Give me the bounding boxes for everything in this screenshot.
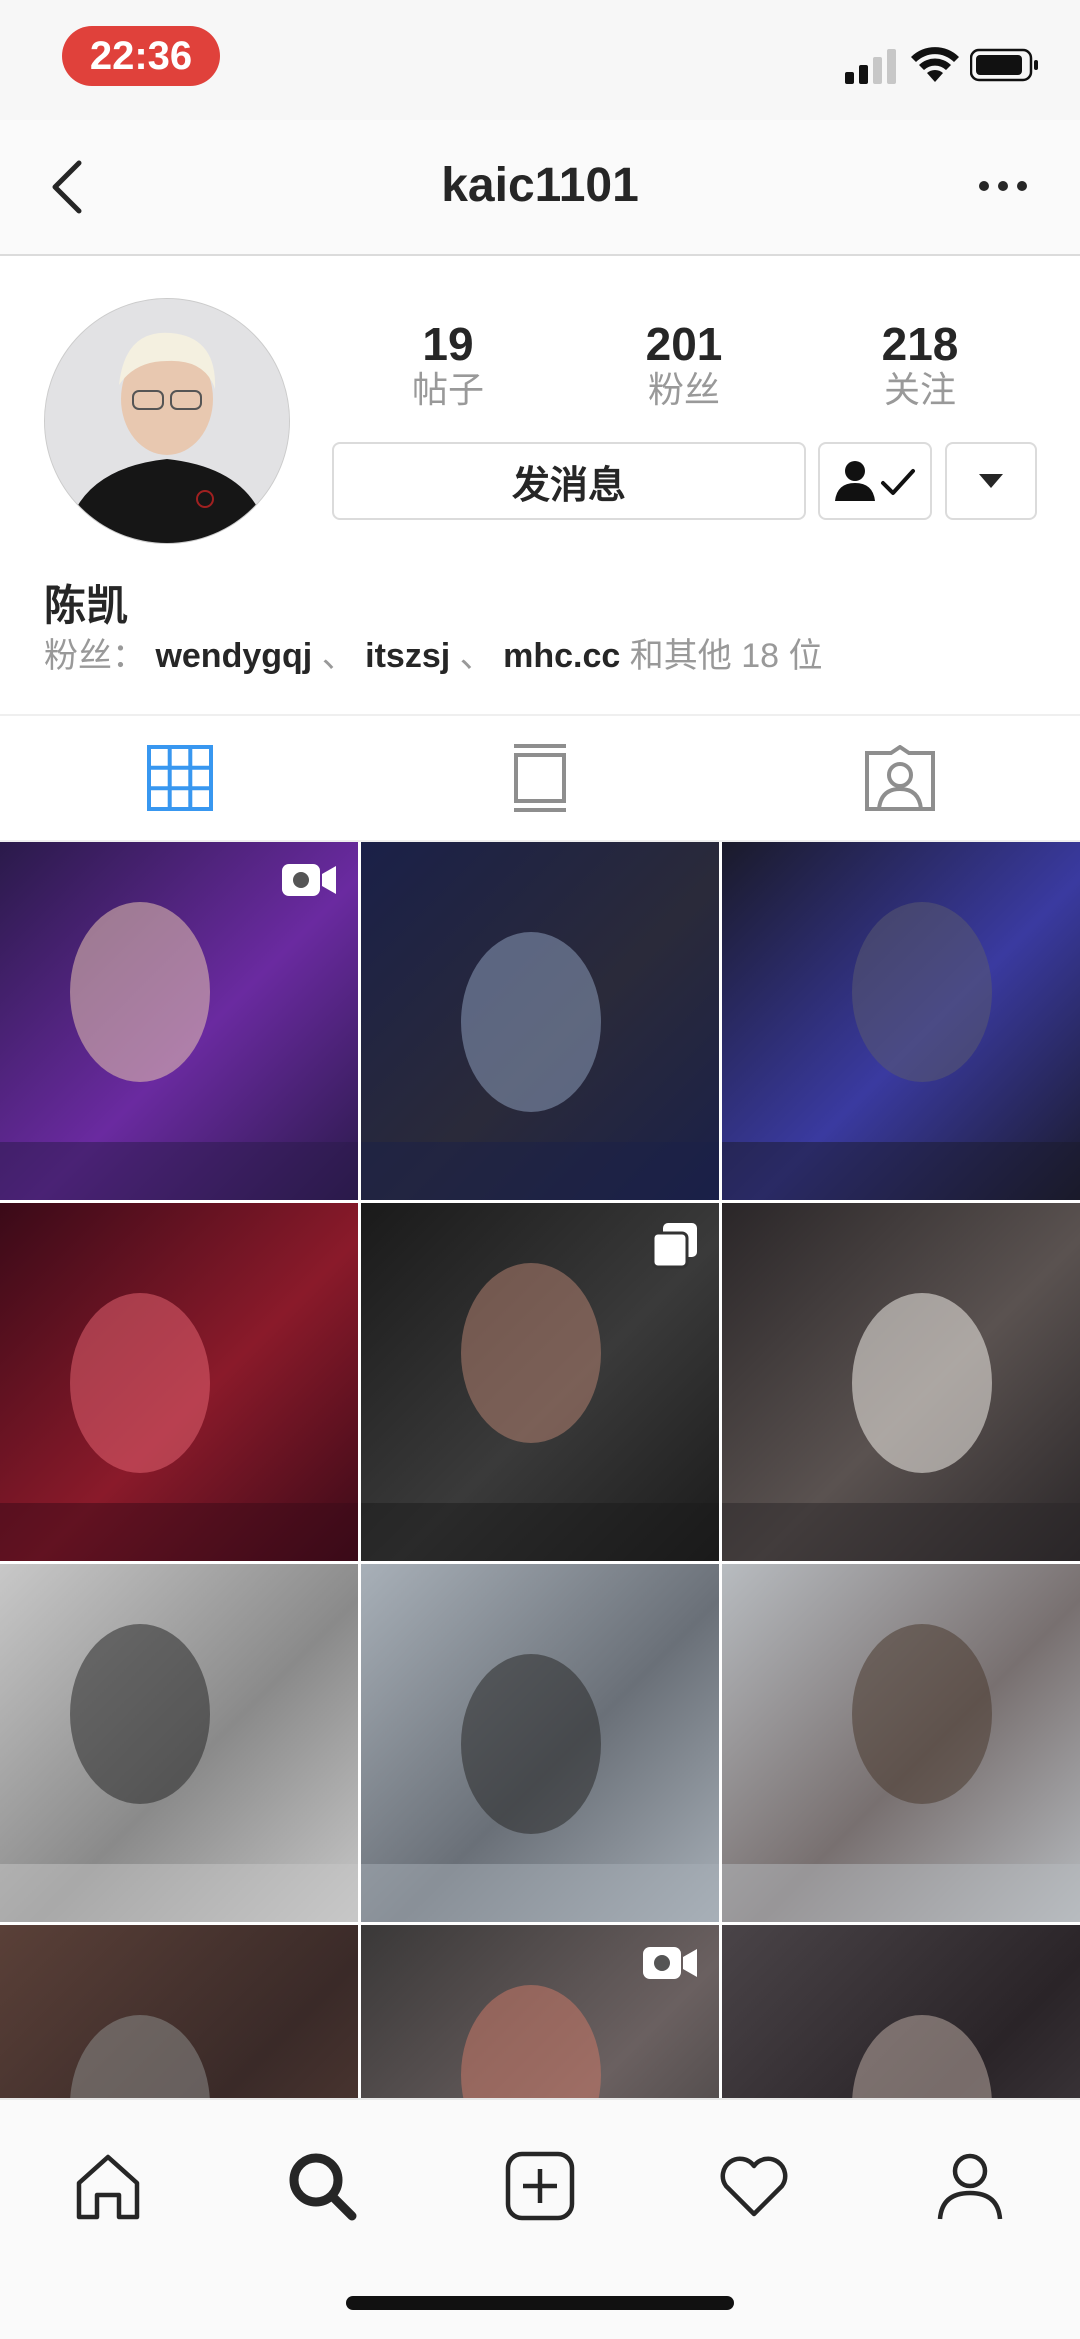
- nav-home[interactable]: [58, 2136, 158, 2236]
- wifi-icon: [911, 47, 959, 82]
- posts-count: 19: [422, 318, 474, 370]
- avatar[interactable]: [44, 298, 290, 544]
- post-image: [0, 1564, 358, 1922]
- post-thumbnail[interactable]: [722, 1925, 1080, 2098]
- new-post-icon: [505, 2151, 575, 2221]
- following-button[interactable]: [818, 442, 932, 520]
- separator: 、: [450, 637, 504, 675]
- carousel-icon: [651, 1221, 699, 1274]
- post-image: [0, 1203, 358, 1561]
- follower-name[interactable]: wendygqj: [155, 637, 312, 675]
- nav-activity[interactable]: [704, 2136, 804, 2236]
- followers-count: 201: [645, 318, 723, 370]
- caret-down-icon: [979, 474, 1003, 488]
- tab-grid[interactable]: [0, 716, 360, 840]
- feed-icon: [514, 744, 566, 812]
- profile-icon: [937, 2153, 1003, 2220]
- following-stat[interactable]: 218 关注: [820, 318, 1020, 410]
- username-title: kaic1101: [441, 159, 639, 212]
- post-thumbnail[interactable]: [0, 1203, 358, 1561]
- posts-stat[interactable]: 19 帖子: [348, 318, 548, 410]
- grid-icon: [147, 745, 213, 811]
- followers-label: 粉丝: [647, 369, 720, 410]
- post-image: [722, 1925, 1080, 2098]
- following-count: 218: [881, 318, 959, 370]
- post-image: [361, 842, 719, 1200]
- tagged-icon: [865, 745, 935, 811]
- signal-icon: [845, 49, 896, 84]
- post-image: [722, 842, 1080, 1200]
- post-thumbnail[interactable]: [722, 1203, 1080, 1561]
- post-image: [722, 1203, 1080, 1561]
- post-thumbnail[interactable]: [0, 842, 358, 1200]
- followed-by-text[interactable]: 粉丝： wendygqj 、 itszsj 、 mhc.cc 和其他 18 位: [44, 628, 822, 677]
- profile-section: 19 帖子 201 粉丝 218 关注 发消息 陈凯 粉丝： wendygqj …: [0, 256, 1080, 714]
- display-name: 陈凯: [44, 582, 129, 629]
- profile-header: kaic1101: [0, 120, 1080, 256]
- follower-name[interactable]: mhc.cc: [503, 637, 620, 675]
- more-options-button[interactable]: [968, 156, 1038, 216]
- search-icon: [289, 2153, 357, 2221]
- profile-tabs: [0, 714, 1080, 842]
- home-icon: [76, 2154, 140, 2220]
- status-bar: 22:36: [0, 0, 1080, 120]
- followed-by-prefix: 粉丝：: [44, 637, 146, 675]
- posts-grid: [0, 842, 1080, 2098]
- heart-icon: [720, 2156, 788, 2217]
- nav-profile[interactable]: [920, 2136, 1020, 2236]
- more-dots-icon: [979, 181, 1027, 191]
- posts-label: 帖子: [411, 369, 484, 410]
- post-thumbnail[interactable]: [361, 842, 719, 1200]
- follower-name[interactable]: itszsj: [365, 637, 450, 675]
- post-image: [361, 1564, 719, 1922]
- video-icon: [280, 860, 338, 905]
- separator: 、: [312, 637, 366, 675]
- followers-stat[interactable]: 201 粉丝: [584, 318, 784, 410]
- post-thumbnail[interactable]: [722, 1564, 1080, 1922]
- post-thumbnail[interactable]: [361, 1925, 719, 2098]
- user-check-icon: [835, 461, 915, 501]
- post-thumbnail[interactable]: [361, 1203, 719, 1561]
- nav-new-post[interactable]: [490, 2136, 590, 2236]
- suggested-dropdown-button[interactable]: [945, 442, 1037, 520]
- followed-by-suffix: 和其他 18 位: [629, 637, 823, 675]
- post-image: [722, 1564, 1080, 1922]
- post-image: [0, 1925, 358, 2098]
- home-indicator[interactable]: [346, 2296, 734, 2310]
- following-label: 关注: [883, 369, 956, 410]
- avatar-image: [45, 299, 289, 543]
- status-time: 22:36: [62, 26, 220, 86]
- tab-tagged[interactable]: [720, 716, 1080, 840]
- post-thumbnail[interactable]: [361, 1564, 719, 1922]
- message-button[interactable]: 发消息: [332, 442, 806, 520]
- post-thumbnail[interactable]: [0, 1564, 358, 1922]
- video-icon: [641, 1943, 699, 1988]
- battery-icon: [970, 48, 1038, 82]
- post-thumbnail[interactable]: [0, 1925, 358, 2098]
- tab-feed[interactable]: [360, 716, 720, 840]
- post-thumbnail[interactable]: [722, 842, 1080, 1200]
- nav-search[interactable]: [272, 2136, 372, 2236]
